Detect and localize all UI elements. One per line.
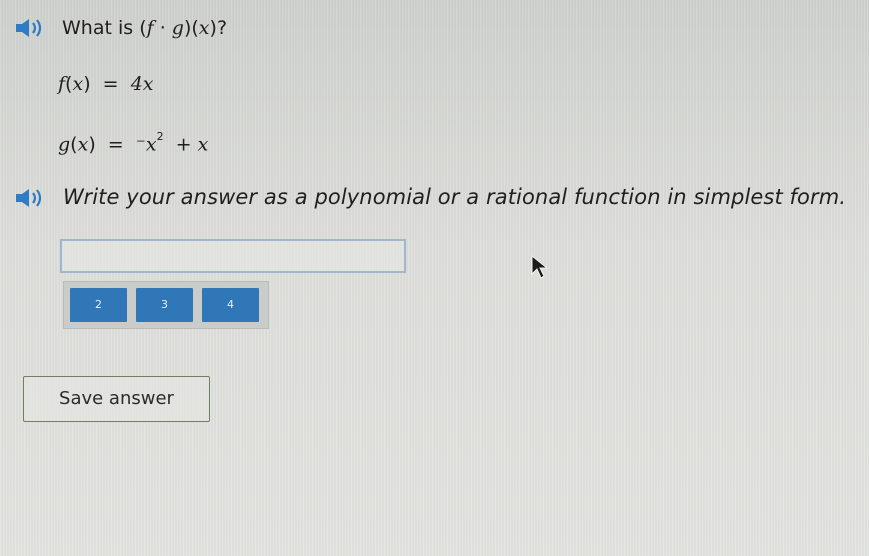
question-dot: · xyxy=(159,17,166,39)
function-g-var: x xyxy=(145,133,157,156)
question-audio-button[interactable] xyxy=(14,17,48,39)
question-g: g xyxy=(171,17,184,39)
function-g-arg: x xyxy=(77,133,89,156)
function-f-name: f xyxy=(58,73,66,95)
question-prefix: What is xyxy=(62,17,140,39)
keypad-key-label: 2 xyxy=(95,298,102,311)
mouse-pointer-icon xyxy=(530,254,550,280)
save-answer-button[interactable]: Save answer xyxy=(23,376,210,422)
function-g-name: g xyxy=(58,133,71,156)
function-f-definition: f(x) = 4x xyxy=(58,73,154,95)
math-keypad: 2 3 4 xyxy=(63,281,269,329)
function-g-minus: ⁻ xyxy=(135,133,146,156)
function-f-arg: x xyxy=(72,73,84,95)
keypad-key-squared[interactable]: 2 xyxy=(70,288,127,322)
keypad-key-fourth-power[interactable]: 4 xyxy=(202,288,259,322)
keypad-key-label: 3 xyxy=(161,298,168,311)
function-f-rhs: 4x xyxy=(130,73,154,95)
function-g-definition: g(x) = ⁻x2 + x xyxy=(58,130,209,156)
answer-input[interactable] xyxy=(60,239,406,273)
question-text: What is (f · g)(x)? xyxy=(62,17,228,39)
question-x: x xyxy=(198,17,210,39)
function-g-exponent: 2 xyxy=(156,130,164,143)
keypad-key-cubed[interactable]: 3 xyxy=(136,288,193,322)
instruction-audio-button[interactable] xyxy=(14,187,48,209)
instruction-text: Write your answer as a polynomial or a r… xyxy=(63,185,847,209)
keypad-key-label: 4 xyxy=(227,298,234,311)
function-g-tail: + x xyxy=(175,133,209,156)
speaker-icon xyxy=(16,189,42,207)
speaker-icon xyxy=(16,19,42,37)
question-f: f xyxy=(146,17,154,39)
question-suffix: ? xyxy=(216,17,228,39)
